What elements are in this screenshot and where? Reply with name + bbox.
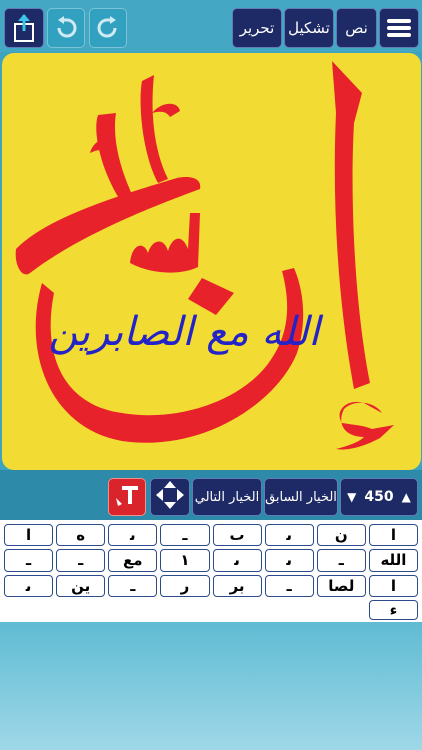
letter-keyboard: ا ن ﯨ ٮ ـ ﯨ ه ا الله ـ ﯨ ﯨ ١ مع ـ ـ ا لص… bbox=[4, 524, 418, 620]
key[interactable]: ﺭ bbox=[160, 574, 210, 597]
key[interactable]: بر bbox=[212, 574, 262, 597]
key[interactable]: ا bbox=[368, 574, 418, 597]
key[interactable]: ا bbox=[368, 524, 418, 547]
key[interactable]: ﯨ bbox=[212, 549, 262, 572]
key[interactable]: ﺀ bbox=[368, 600, 418, 620]
key[interactable]: ه bbox=[56, 524, 106, 547]
option-control-bar: ▼ 450 ▲ الخيار السابق الخيار التالي bbox=[0, 474, 422, 520]
key[interactable]: ﯨ bbox=[264, 524, 314, 547]
key[interactable]: مع bbox=[108, 549, 158, 572]
previous-option-button[interactable]: الخيار السابق bbox=[264, 478, 338, 516]
key[interactable]: ا bbox=[4, 524, 54, 547]
key[interactable]: ﯨ bbox=[4, 574, 54, 597]
text-button[interactable]: نص bbox=[336, 8, 377, 48]
menu-button[interactable] bbox=[379, 8, 419, 48]
key[interactable]: ـ bbox=[160, 524, 210, 547]
phrase-text: الله مع الصابرين bbox=[48, 309, 323, 355]
redo-button[interactable] bbox=[89, 8, 127, 48]
increment-arrow[interactable]: ▲ bbox=[402, 490, 411, 504]
alif-stroke bbox=[332, 61, 370, 389]
redo-arrow-icon bbox=[95, 16, 121, 40]
key[interactable]: ـ bbox=[4, 549, 54, 572]
key[interactable]: ين bbox=[56, 574, 106, 597]
undo-arrow-icon bbox=[53, 16, 79, 40]
counter-value: 450 bbox=[364, 489, 394, 505]
calligraphy-canvas[interactable]: الله مع الصابرين bbox=[2, 53, 421, 470]
share-button[interactable] bbox=[4, 8, 44, 48]
font-size-stepper[interactable]: ▼ 450 ▲ bbox=[340, 478, 418, 516]
hamza-mark bbox=[336, 401, 394, 450]
share-export-icon bbox=[13, 13, 35, 43]
move-button[interactable] bbox=[150, 478, 190, 516]
key[interactable]: ﯨ bbox=[108, 524, 158, 547]
undo-button[interactable] bbox=[47, 8, 85, 48]
four-way-arrows-icon bbox=[155, 480, 185, 514]
key[interactable]: ﯨ bbox=[264, 549, 314, 572]
key[interactable]: ٮ bbox=[212, 524, 262, 547]
diacritics-button[interactable]: تشكيل bbox=[284, 8, 334, 48]
key[interactable]: ـ bbox=[56, 549, 106, 572]
text-color-icon bbox=[114, 482, 140, 512]
nun-bowl bbox=[35, 268, 304, 443]
calligraphy-artwork: الله مع الصابرين bbox=[15, 61, 394, 450]
key[interactable]: ـ bbox=[264, 574, 314, 597]
top-toolbar: نص تشكيل تحرير bbox=[0, 0, 422, 52]
key[interactable]: ـ bbox=[316, 549, 366, 572]
text-style-button[interactable] bbox=[108, 478, 146, 516]
key[interactable]: ١ bbox=[160, 549, 210, 572]
hamburger-menu-icon bbox=[386, 17, 412, 39]
key[interactable]: ن bbox=[316, 524, 366, 547]
edit-button[interactable]: تحرير bbox=[232, 8, 282, 48]
decrement-arrow[interactable]: ▼ bbox=[347, 490, 356, 504]
key[interactable]: ـ bbox=[108, 574, 158, 597]
key[interactable]: الله bbox=[368, 549, 418, 572]
next-option-button[interactable]: الخيار التالي bbox=[192, 478, 262, 516]
key[interactable]: لصا bbox=[316, 574, 366, 597]
